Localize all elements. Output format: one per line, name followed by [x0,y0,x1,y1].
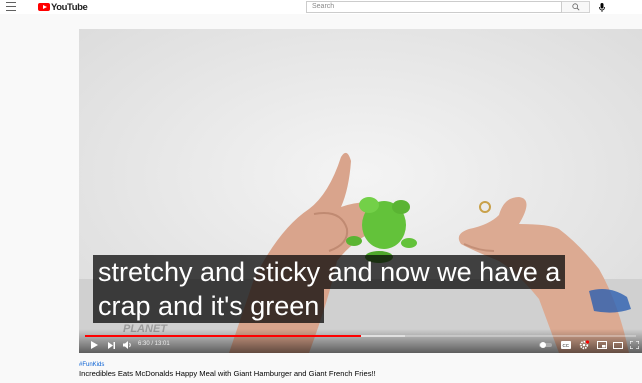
svg-text:CC: CC [563,343,570,348]
autoplay-toggle-icon [538,342,552,348]
cc-icon: CC [561,341,571,349]
voice-search-button[interactable] [596,1,608,13]
search-input[interactable]: Search [306,1,562,13]
theater-mode-button[interactable] [612,340,624,350]
volume-icon [123,341,131,349]
gear-icon [579,340,589,350]
progress-played [85,335,361,337]
caption-line-1: stretchy and sticky and now we have a [93,255,566,289]
play-button[interactable] [89,340,99,350]
search-button[interactable] [562,1,590,13]
time-display: 6:30 / 13:01 [138,341,170,347]
settings-button[interactable] [577,340,591,350]
fullscreen-button[interactable] [628,340,640,350]
video-info: #FunKids Incredibles Eats McDonalds Happ… [79,362,376,378]
theater-mode-icon [613,341,623,349]
caption-line-2: crap and it's green [93,289,325,323]
autoplay-toggle[interactable] [538,340,552,350]
hashtag-link[interactable]: #FunKids [79,362,376,368]
youtube-logo[interactable]: YouTube [38,1,88,13]
miniplayer-button[interactable] [596,340,608,350]
video-title: Incredibles Eats McDonalds Happy Meal wi… [79,369,376,378]
player-controls: 6:30 / 13:01 CC [79,329,642,353]
video-player[interactable]: PLANET stretchy and sticky and now we ha… [79,29,642,353]
youtube-play-icon [38,3,50,11]
play-icon [90,341,98,349]
miniplayer-icon [597,341,607,349]
mute-button[interactable] [122,340,134,350]
masthead: YouTube Search [0,0,642,14]
logo-text: YouTube [51,1,88,13]
microphone-icon [599,2,605,12]
next-icon [107,341,115,349]
progress-bar[interactable] [85,335,636,337]
subtitles-button[interactable]: CC [560,340,572,350]
guide-menu-button[interactable] [6,2,16,11]
fullscreen-icon [629,341,639,349]
next-button[interactable] [106,340,116,350]
search-icon [571,3,579,11]
